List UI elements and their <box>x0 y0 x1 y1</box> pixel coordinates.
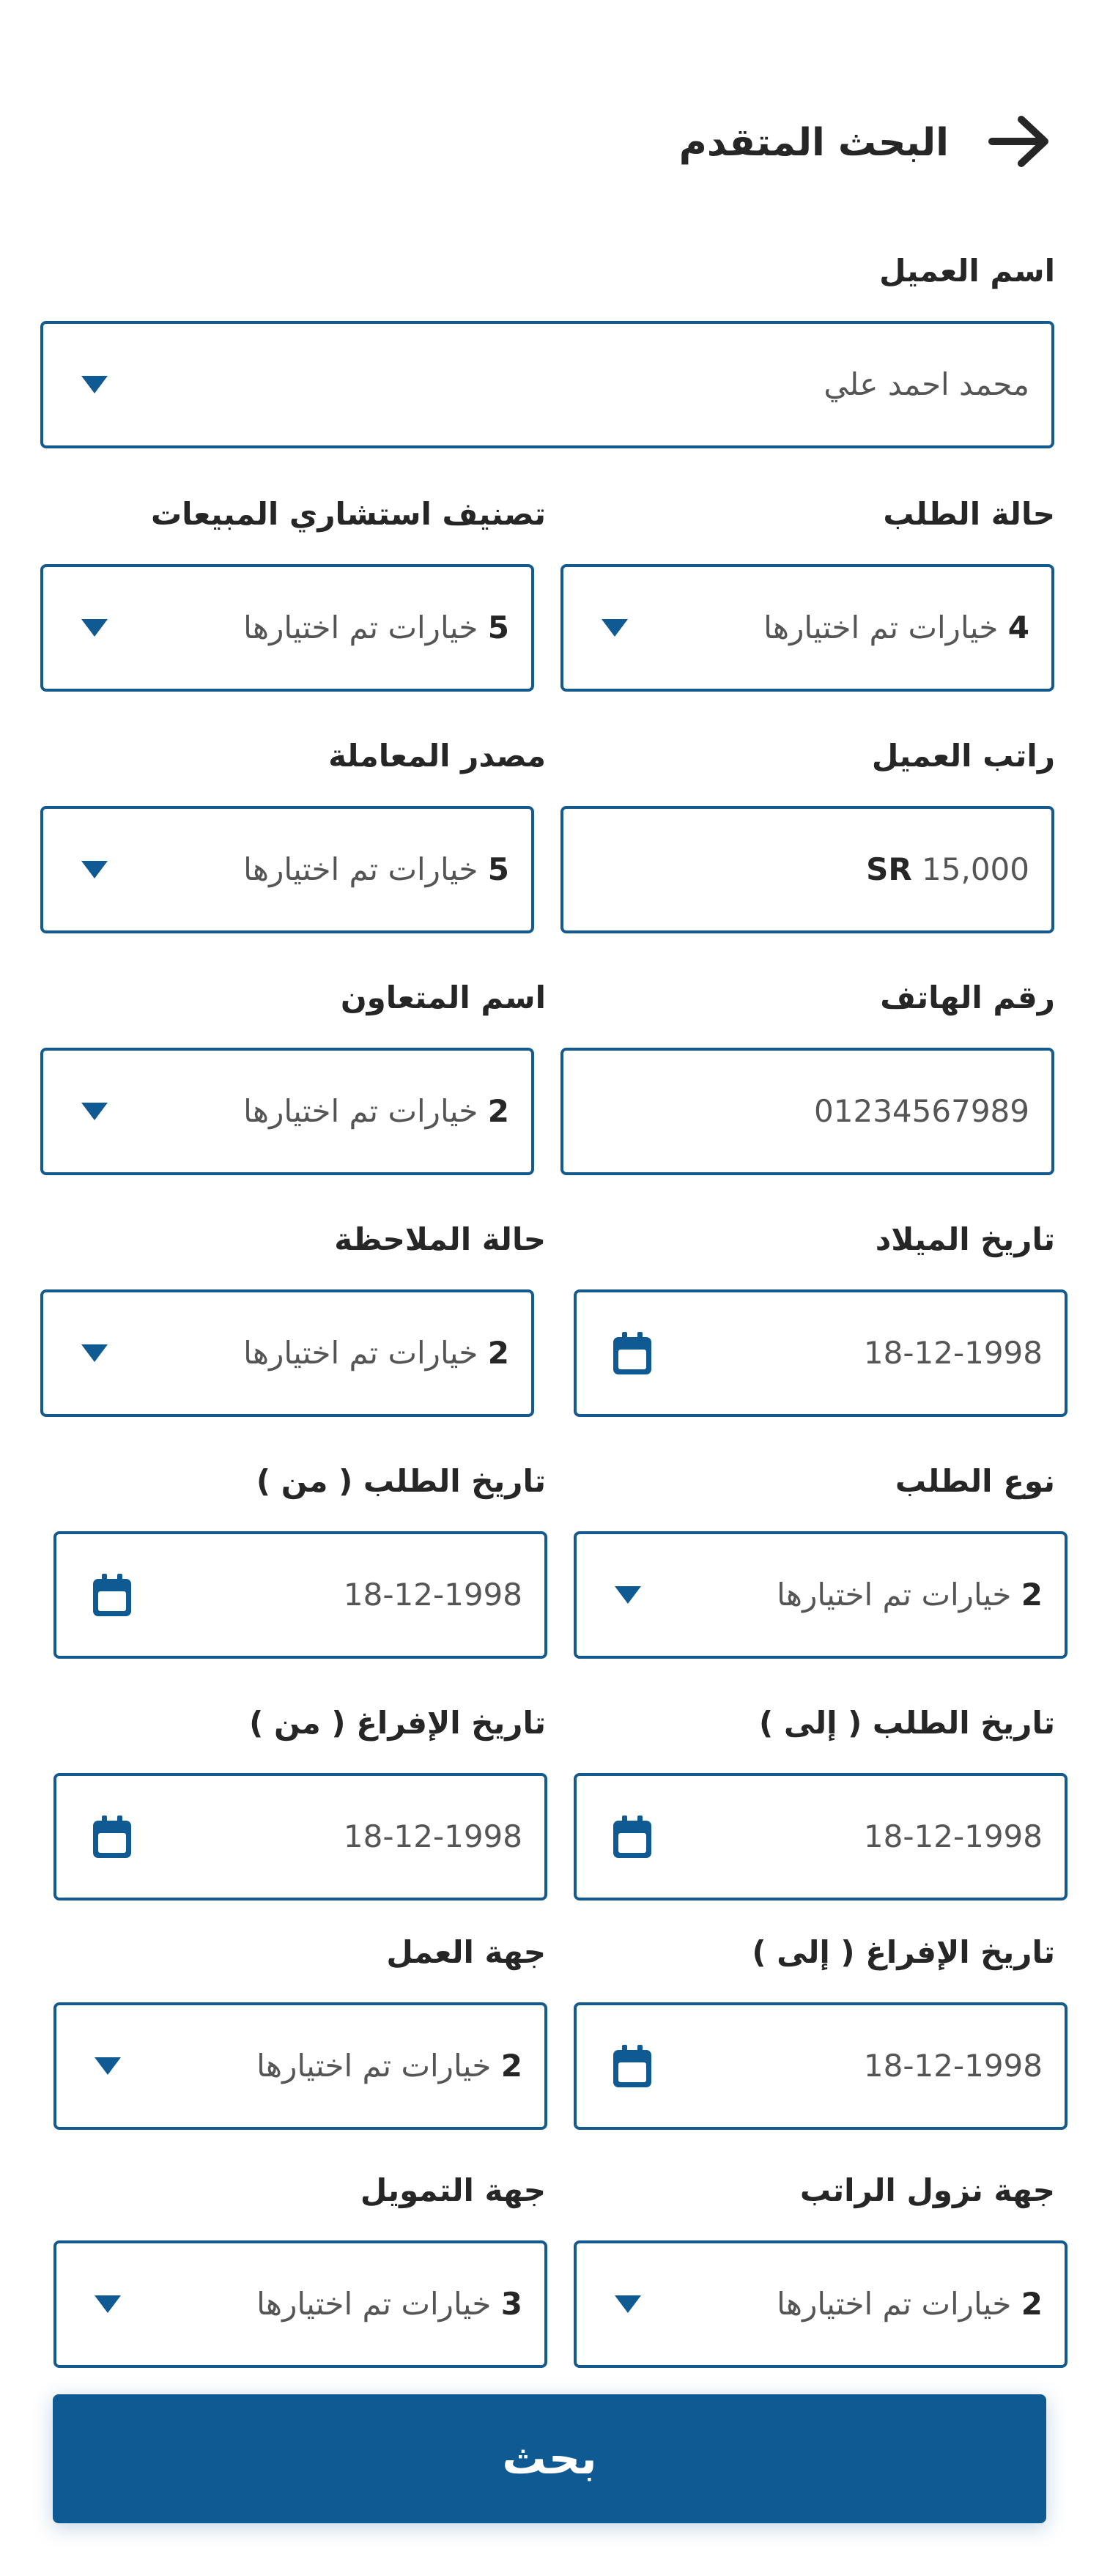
customer-salary-value: SR 15,000 <box>866 809 1029 930</box>
customer-name-select[interactable]: محمد احمد علي <box>40 321 1054 448</box>
release-date-from-label: تاريخ الإفراغ ( من ) <box>249 1705 546 1741</box>
request-date-to-picker[interactable]: 18-12-1998 <box>574 1773 1067 1900</box>
release-date-to-label: تاريخ الإفراغ ( إلى ) <box>752 1934 1055 1970</box>
funding-entity-value: 3 خيارات تم اختيارها <box>256 2243 522 2365</box>
request-status-value: 4 خيارات تم اختيارها <box>763 567 1029 689</box>
request-date-from-label: تاريخ الطلب ( من ) <box>256 1463 546 1499</box>
collaborator-name-select[interactable]: 2 خيارات تم اختيارها <box>40 1048 534 1175</box>
note-status-label: حالة الملاحظة <box>334 1221 546 1257</box>
selected-count: 5 <box>487 610 509 645</box>
caret-down-icon <box>80 324 109 445</box>
request-date-from-value: 18-12-1998 <box>343 1577 522 1613</box>
calendar-icon <box>613 1776 651 1898</box>
back-button[interactable] <box>983 110 1057 176</box>
calendar-icon <box>93 1776 131 1898</box>
selected-suffix: خيارات تم اختيارها <box>243 610 478 645</box>
caret-down-icon <box>80 809 109 930</box>
caret-down-icon <box>600 567 629 689</box>
funding-entity-select[interactable]: 3 خيارات تم اختيارها <box>53 2240 547 2368</box>
selected-count: 3 <box>500 2286 522 2322</box>
sales-consultant-class-label: تصنيف استشاري المبيعات <box>150 496 546 532</box>
release-date-to-picker[interactable]: 18-12-1998 <box>574 2002 1067 2130</box>
note-status-value: 2 خيارات تم اختيارها <box>243 1292 509 1414</box>
salary-deposit-bank-select[interactable]: 2 خيارات تم اختيارها <box>574 2240 1067 2368</box>
caret-down-icon <box>613 2243 643 2365</box>
sales-consultant-class-value: 5 خيارات تم اختيارها <box>243 567 509 689</box>
birth-date-value: 18-12-1998 <box>863 1335 1043 1371</box>
customer-name-value: محمد احمد علي <box>824 366 1029 402</box>
calendar-icon <box>93 1534 131 1656</box>
selected-count: 5 <box>487 851 509 887</box>
collaborator-name-label: اسم المتعاون <box>340 980 546 1015</box>
selected-suffix: خيارات تم اختيارها <box>777 2286 1012 2322</box>
calendar-icon <box>613 2005 651 2127</box>
request-date-to-label: تاريخ الطلب ( إلى ) <box>759 1705 1055 1741</box>
salary-deposit-bank-value: 2 خيارات تم اختيارها <box>777 2243 1043 2365</box>
selected-suffix: خيارات تم اختيارها <box>243 851 478 887</box>
customer-name-label: اسم العميل <box>879 253 1055 289</box>
selected-count: 2 <box>1021 1577 1043 1613</box>
currency-label: SR <box>866 851 912 887</box>
selected-suffix: خيارات تم اختيارها <box>243 1335 478 1371</box>
release-date-from-value: 18-12-1998 <box>343 1818 522 1854</box>
salary-amount: 15,000 <box>922 851 1029 887</box>
selected-count: 2 <box>487 1093 509 1129</box>
sales-consultant-class-select[interactable]: 5 خيارات تم اختيارها <box>40 564 534 692</box>
transaction-source-label: مصدر المعاملة <box>328 738 546 774</box>
request-type-value: 2 خيارات تم اختيارها <box>777 1534 1043 1656</box>
selected-count: 2 <box>500 2048 522 2084</box>
caret-down-icon <box>80 1051 109 1172</box>
search-button[interactable]: بحث <box>53 2394 1046 2523</box>
employer-value: 2 خيارات تم اختيارها <box>256 2005 522 2127</box>
phone-number-input[interactable]: 01234567989 <box>560 1048 1054 1175</box>
arrow-right-icon <box>988 112 1052 174</box>
employer-label: جهة العمل <box>386 1934 546 1970</box>
caret-down-icon <box>93 2243 122 2365</box>
selected-count: 4 <box>1007 610 1029 645</box>
request-date-to-value: 18-12-1998 <box>863 1818 1043 1854</box>
birth-date-label: تاريخ الميلاد <box>875 1221 1055 1257</box>
selected-suffix: خيارات تم اختيارها <box>777 1577 1012 1613</box>
release-date-from-picker[interactable]: 18-12-1998 <box>53 1773 547 1900</box>
caret-down-icon <box>613 1534 643 1656</box>
request-date-from-picker[interactable]: 18-12-1998 <box>53 1531 547 1659</box>
transaction-source-select[interactable]: 5 خيارات تم اختيارها <box>40 806 534 933</box>
note-status-select[interactable]: 2 خيارات تم اختيارها <box>40 1289 534 1417</box>
phone-number-value: 01234567989 <box>814 1093 1029 1129</box>
customer-salary-input[interactable]: SR 15,000 <box>560 806 1054 933</box>
selected-suffix: خيارات تم اختيارها <box>256 2286 492 2322</box>
calendar-icon <box>613 1292 651 1414</box>
selected-count: 2 <box>487 1335 509 1371</box>
transaction-source-value: 5 خيارات تم اختيارها <box>243 809 509 930</box>
birth-date-picker[interactable]: 18-12-1998 <box>574 1289 1067 1417</box>
request-status-label: حالة الطلب <box>883 496 1055 532</box>
selected-suffix: خيارات تم اختيارها <box>763 610 999 645</box>
salary-deposit-bank-label: جهة نزول الراتب <box>799 2172 1055 2208</box>
customer-salary-label: راتب العميل <box>871 738 1055 774</box>
phone-number-label: رقم الهاتف <box>880 980 1055 1015</box>
employer-select[interactable]: 2 خيارات تم اختيارها <box>53 2002 547 2130</box>
release-date-to-value: 18-12-1998 <box>863 2048 1043 2084</box>
selected-suffix: خيارات تم اختيارها <box>243 1093 478 1129</box>
selected-suffix: خيارات تم اختيارها <box>256 2048 492 2084</box>
collaborator-name-value: 2 خيارات تم اختيارها <box>243 1051 509 1172</box>
request-type-label: نوع الطلب <box>895 1463 1055 1499</box>
funding-entity-label: جهة التمويل <box>360 2172 546 2208</box>
selected-count: 2 <box>1021 2286 1043 2322</box>
page-title: البحث المتقدم <box>678 121 949 165</box>
page-header: البحث المتقدم <box>0 110 1099 176</box>
caret-down-icon <box>80 1292 109 1414</box>
caret-down-icon <box>93 2005 122 2127</box>
request-status-select[interactable]: 4 خيارات تم اختيارها <box>560 564 1054 692</box>
caret-down-icon <box>80 567 109 689</box>
request-type-select[interactable]: 2 خيارات تم اختيارها <box>574 1531 1067 1659</box>
